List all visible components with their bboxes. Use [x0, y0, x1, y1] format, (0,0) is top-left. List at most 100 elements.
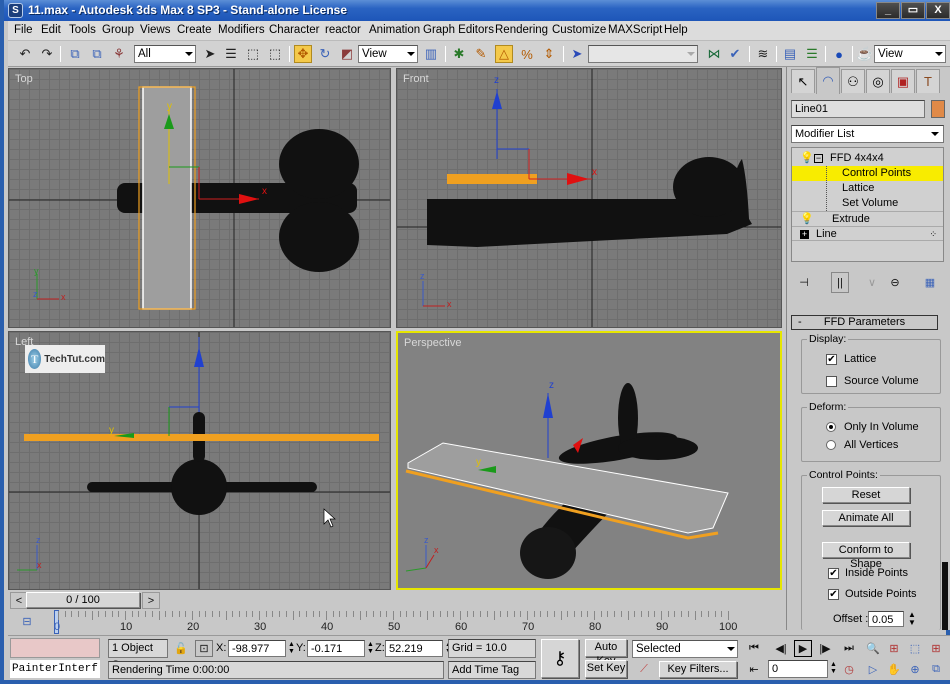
remove-modifier-icon[interactable]: ⊖ — [886, 274, 904, 291]
animate-all-button[interactable]: Animate All — [822, 510, 910, 526]
show-end-result-icon[interactable]: || — [831, 272, 849, 293]
x-spinner[interactable]: ▲ ▼ — [288, 641, 295, 655]
select-and-rotate-icon[interactable]: ↻ — [316, 45, 334, 63]
object-color-swatch[interactable] — [931, 100, 945, 118]
undo-icon[interactable]: ↶ — [16, 45, 34, 63]
pin-stack-icon[interactable]: ⊣ — [795, 274, 813, 291]
open-mini-curve-editor-icon[interactable]: ⊟ — [18, 613, 36, 630]
select-by-name-icon[interactable]: ☰ — [222, 45, 240, 63]
unlink-selection-icon[interactable]: ⧉ — [88, 45, 106, 63]
viewport-label[interactable]: Front — [403, 73, 429, 85]
viewport-perspective[interactable]: z y z x Perspective — [396, 331, 782, 590]
key-mode-toggle-icon[interactable]: ⇤ — [745, 661, 763, 678]
track-bar[interactable]: ⊟ 0 10 20 30 40 50 60 70 80 90 100 — [8, 609, 784, 635]
offset-input[interactable]: 0.05 — [868, 611, 904, 627]
select-and-link-icon[interactable]: ⧉ — [66, 45, 84, 63]
lightbulb-icon[interactable]: 💡 — [800, 212, 814, 227]
stack-item-extrude[interactable]: 💡 Extrude — [792, 211, 943, 226]
ffd-parameters-rollout-header[interactable]: - FFD Parameters — [791, 315, 938, 330]
stack-item-control-points[interactable]: Control Points — [792, 166, 943, 211]
menu-reactor[interactable]: reactor — [325, 24, 361, 36]
x-coordinate-input[interactable]: -98.977 — [228, 640, 286, 657]
modify-tab-icon[interactable]: ◠ — [816, 67, 840, 94]
expand-icon[interactable]: + — [800, 230, 809, 239]
menu-create[interactable]: Create — [177, 24, 212, 36]
viewport-top[interactable]: y x z x y Top — [8, 68, 391, 328]
zoom-all-icon[interactable]: ⊞ — [885, 640, 903, 657]
configure-modifier-sets-icon[interactable]: ▦ — [921, 274, 939, 291]
maximize-viewport-icon[interactable]: ⧉ — [927, 661, 945, 678]
stack-item-line[interactable]: + Line ⁘ — [792, 226, 943, 241]
play-icon[interactable]: ▶ — [794, 640, 812, 657]
zoom-extents-all-icon[interactable]: ⊞ — [927, 640, 945, 657]
menu-graph-editors[interactable]: Graph Editors — [423, 24, 494, 36]
arc-rotate-icon[interactable]: ⊕ — [906, 661, 924, 678]
next-frame-icon[interactable]: |▶ — [816, 640, 834, 657]
viewport-label[interactable]: Perspective — [404, 337, 461, 349]
schematic-view-icon[interactable]: ☰ — [803, 45, 821, 63]
edit-named-selection-icon[interactable]: ➤ — [568, 45, 586, 63]
zoom-icon[interactable]: 🔍 — [864, 640, 882, 657]
time-slider-thumb[interactable]: 0 / 100 — [26, 592, 140, 608]
select-and-scale-icon[interactable]: ◩ — [338, 45, 356, 63]
create-tab-icon[interactable]: ↖ — [791, 69, 815, 93]
window-crossing-icon[interactable]: ⬚ — [266, 45, 284, 63]
previous-frame-icon[interactable]: ◀| — [772, 640, 790, 657]
pivot-center-icon[interactable]: ▥ — [422, 45, 440, 63]
menu-group[interactable]: Group — [102, 24, 134, 36]
add-time-tag[interactable]: Add Time Tag — [448, 661, 536, 679]
close-button[interactable]: X — [926, 2, 950, 19]
source-volume-checkbox[interactable] — [826, 376, 837, 387]
y-spinner[interactable]: ▲ ▼ — [367, 641, 374, 655]
spinner-snap-icon[interactable]: ⇕ — [540, 45, 558, 63]
go-to-end-icon[interactable]: ⏭ — [840, 640, 858, 657]
selection-filter-dropdown[interactable]: All — [134, 45, 196, 63]
menu-views[interactable]: Views — [140, 24, 170, 36]
hierarchy-tab-icon[interactable]: ⚇ — [841, 69, 865, 93]
key-filters-button[interactable]: Key Filters... — [659, 661, 737, 678]
only-in-volume-radio[interactable] — [826, 422, 836, 432]
make-unique-icon[interactable]: ∨ — [863, 274, 881, 291]
stack-item-lattice[interactable]: Lattice — [792, 181, 943, 196]
select-and-move-icon[interactable]: ✥ — [294, 45, 312, 63]
render-type-dropdown[interactable]: View — [874, 45, 946, 63]
auto-key-button[interactable]: Auto Key — [585, 639, 627, 667]
select-object-icon[interactable]: ➤ — [201, 45, 219, 63]
maximize-button[interactable]: ▭ — [901, 2, 925, 19]
modifier-list-dropdown[interactable]: Modifier List — [791, 125, 944, 143]
layer-manager-icon[interactable]: ≋ — [754, 45, 772, 63]
render-scene-icon[interactable]: ☕ — [856, 45, 874, 63]
reset-button[interactable]: Reset — [822, 487, 910, 503]
align-icon[interactable]: ✔ — [726, 45, 744, 63]
panel-scrollbar[interactable] — [942, 562, 948, 630]
mirror-icon[interactable]: ⋈ — [705, 45, 723, 63]
field-of-view-icon[interactable]: ▷ — [864, 661, 882, 678]
snap-toggle-icon[interactable]: ✎ — [472, 45, 490, 63]
lattice-checkbox[interactable]: ✔ — [826, 354, 837, 365]
menu-modifiers[interactable]: Modifiers — [218, 24, 265, 36]
stack-item-ffd[interactable]: 💡 − FFD 4x4x4 — [792, 151, 943, 166]
set-key-button[interactable]: Set Key — [585, 660, 627, 678]
minimize-button[interactable]: _ — [876, 2, 900, 19]
z-coordinate-input[interactable]: 52.219 — [385, 640, 443, 657]
viewport-label[interactable]: Top — [15, 73, 33, 85]
motion-tab-icon[interactable]: ◎ — [866, 69, 890, 93]
stack-item-set-volume[interactable]: Set Volume — [792, 196, 943, 211]
material-editor-icon[interactable]: ● — [830, 45, 848, 63]
select-and-manipulate-icon[interactable]: ✱ — [450, 45, 468, 63]
maxscript-listener-pink[interactable] — [10, 638, 100, 658]
named-selection-sets-dropdown[interactable] — [588, 45, 698, 63]
key-mode-dropdown[interactable]: Selected — [632, 640, 738, 658]
menu-rendering[interactable]: Rendering — [495, 24, 548, 36]
utilities-tab-icon[interactable]: T — [916, 69, 940, 93]
redo-icon[interactable]: ↷ — [38, 45, 56, 63]
conform-to-shape-button[interactable]: Conform to Shape — [822, 542, 910, 570]
viewport-front[interactable]: z x z x Front — [396, 68, 782, 328]
y-coordinate-input[interactable]: -0.171 — [307, 640, 365, 657]
outside-points-checkbox[interactable]: ✔ — [828, 589, 839, 600]
menu-animation[interactable]: Animation — [369, 24, 420, 36]
all-vertices-radio[interactable] — [826, 440, 836, 450]
current-frame-input[interactable]: 0 — [768, 660, 828, 678]
time-configuration-icon[interactable]: ◷ — [840, 661, 858, 678]
inside-points-checkbox[interactable]: ✔ — [828, 568, 839, 579]
